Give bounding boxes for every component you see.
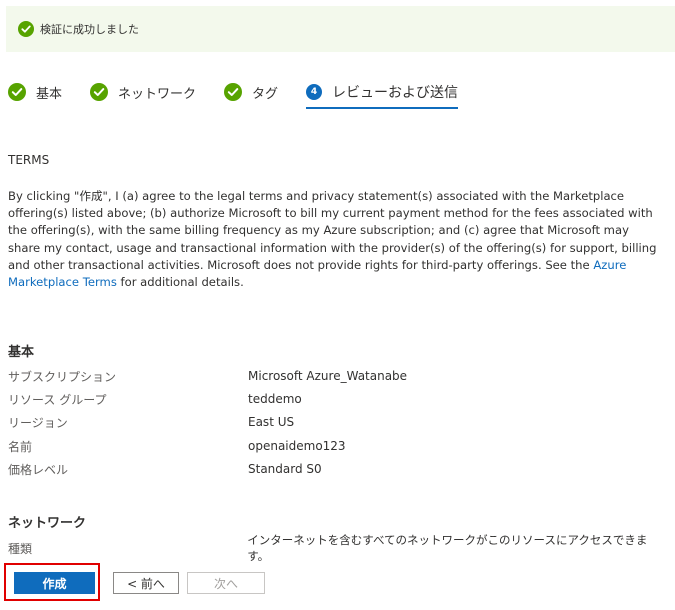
next-button: 次へ — [187, 572, 265, 594]
tab-label: レビューおよび送信 — [332, 85, 459, 101]
check-circle-icon — [18, 21, 34, 37]
summary-value: openaidemo123 — [248, 439, 346, 453]
summary-value: teddemo — [248, 392, 302, 406]
tab-label: タグ — [252, 86, 279, 102]
summary-row-name: 名前 openaidemo123 — [8, 435, 668, 457]
summary-value: Standard S0 — [248, 462, 322, 476]
terms-text-end: for additional details. — [116, 275, 244, 290]
summary-row-region: リージョン East US — [8, 411, 668, 433]
tab-basics[interactable]: 基本 — [8, 80, 62, 104]
tab-label: 基本 — [36, 86, 63, 102]
network-section-title: ネットワーク — [8, 516, 87, 531]
summary-key: サブスクリプション — [8, 369, 117, 384]
summary-key: 種類 — [8, 541, 33, 556]
create-button[interactable]: 作成 — [14, 572, 95, 594]
tab-tags[interactable]: タグ — [224, 80, 278, 104]
check-circle-icon — [8, 83, 26, 101]
summary-value: East US — [248, 415, 295, 429]
basics-section-title: 基本 — [8, 345, 35, 360]
terms-text-start: By clicking "作成", I (a) agree to the leg… — [8, 189, 657, 272]
tab-label: ネットワーク — [118, 86, 197, 102]
tab-review-and-create[interactable]: 4 レビューおよび送信 — [306, 80, 459, 109]
summary-value: Microsoft Azure_Watanabe — [248, 369, 408, 383]
check-circle-icon — [90, 83, 109, 101]
banner-message: 検証に成功しました — [40, 23, 139, 36]
terms-heading: TERMS — [8, 153, 50, 167]
wizard-steps: 基本 ネットワーク タグ 4 レビューおよび送信 — [8, 80, 486, 109]
validation-success-banner: 検証に成功しました — [6, 6, 675, 52]
summary-row-pricing-tier: 価格レベル Standard S0 — [8, 458, 668, 480]
tab-network[interactable]: ネットワーク — [90, 80, 196, 104]
summary-row-resource-group: リソース グループ teddemo — [8, 388, 668, 410]
summary-key: 名前 — [8, 439, 33, 454]
previous-button[interactable]: < 前へ — [113, 572, 179, 594]
summary-key: リソース グループ — [8, 392, 107, 407]
summary-row-network-type: 種類 インターネットを含むすべてのネットワークがこのリソースにアクセスできます。 — [8, 533, 668, 563]
summary-key: リージョン — [8, 415, 68, 430]
terms-text: By clicking "作成", I (a) agree to the leg… — [8, 188, 658, 291]
summary-row-subscription: サブスクリプション Microsoft Azure_Watanabe — [8, 365, 668, 387]
check-circle-icon — [224, 83, 243, 101]
summary-key: 価格レベル — [8, 462, 69, 477]
step-number-badge: 4 — [306, 84, 323, 100]
summary-value: インターネットを含むすべてのネットワークがこのリソースにアクセスできます。 — [247, 533, 648, 563]
